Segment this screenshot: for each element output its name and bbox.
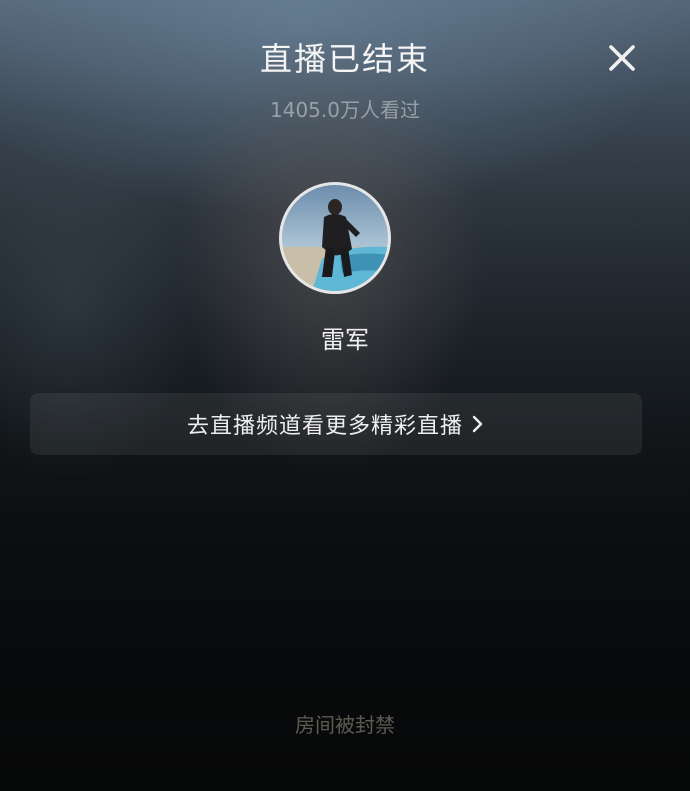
- live-channel-label: 去直播频道看更多精彩直播: [186, 414, 463, 439]
- room-banned-status: 房间被封禁: [295, 713, 395, 737]
- live-ended-screen: 直播已结束 1405.0万人看过 雷军 去直播频道看更多精彩直播 房间被封禁: [0, 0, 690, 791]
- streamer-name[interactable]: 雷军: [0, 320, 690, 355]
- close-icon[interactable]: [604, 40, 640, 76]
- close-button[interactable]: [604, 40, 640, 76]
- viewer-count: 1405.0万人看过: [270, 98, 420, 122]
- avatar[interactable]: [279, 182, 391, 294]
- page-title: 直播已结束: [259, 40, 430, 78]
- chevron-right-icon: [471, 414, 485, 434]
- avatar-image: [282, 185, 388, 291]
- live-channel-button[interactable]: 去直播频道看更多精彩直播: [30, 393, 642, 455]
